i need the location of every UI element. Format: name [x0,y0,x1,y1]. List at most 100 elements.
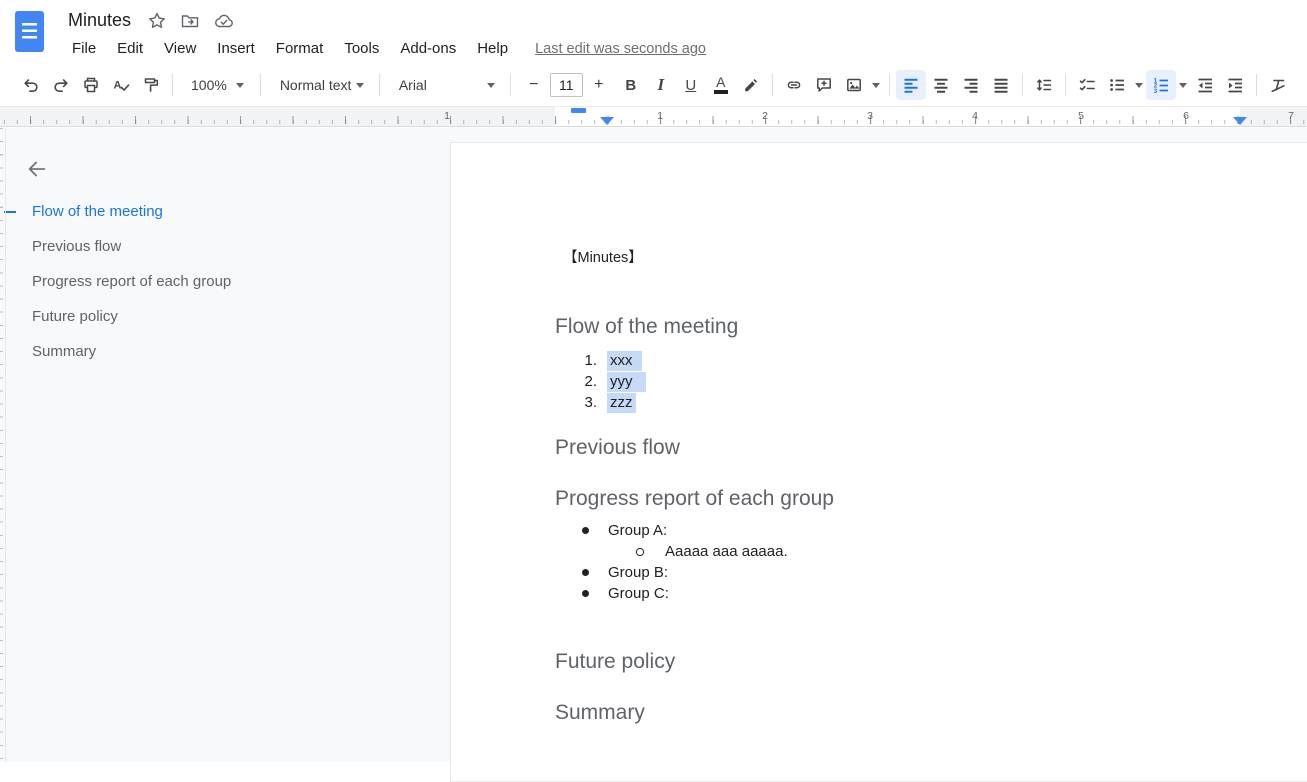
ruler-number: 3 [867,110,873,122]
bullet-list-button[interactable] [1102,70,1132,100]
heading-progress[interactable]: Progress report of each group [555,486,834,512]
numbered-list-item[interactable]: 3. zzz [451,392,1307,413]
bullet-item-group-b[interactable]: Group B: [451,562,1307,583]
outline-item[interactable]: Progress report of each group [0,264,444,299]
ruler-number: 5 [1078,110,1084,122]
menu-item[interactable]: Add-ons [400,40,456,57]
line-spacing-button[interactable] [1029,70,1059,100]
insert-image-dropdown[interactable] [869,70,883,100]
menu-item[interactable]: Tools [344,40,379,57]
highlight-color-button[interactable] [736,70,766,100]
heading-flow[interactable]: Flow of the meeting [555,314,738,340]
numbered-list-item[interactable]: 2. yyy [451,371,1307,392]
outline-item[interactable]: Flow of the meeting [0,194,444,229]
insert-image-button[interactable] [839,70,869,100]
document-title[interactable]: Minutes [68,10,131,31]
ruler-number: 4 [972,110,978,122]
undo-button[interactable] [16,70,46,100]
vertical-ruler [0,128,6,762]
increase-indent-button[interactable] [1220,70,1250,100]
selected-text: zzz [607,393,636,413]
underline-button[interactable]: U [676,70,706,100]
insert-link-button[interactable] [779,70,809,100]
chevron-down-icon [872,83,880,88]
left-indent-marker[interactable] [600,117,614,125]
numbered-list: 1. xxx 2. yyy 3. zzz [451,350,1307,413]
toolbar: A 100% Normal text Arial − 11 + B I U A [0,64,1307,107]
align-center-button[interactable] [926,70,956,100]
toolbar-separator [510,74,511,96]
bullet-item-group-a[interactable]: Group A: [451,520,1307,541]
increase-font-size-button[interactable]: + [586,72,612,98]
align-right-button[interactable] [956,70,986,100]
move-to-folder-icon[interactable] [180,11,200,31]
redo-button[interactable] [46,70,76,100]
outline-panel: Flow of the meeting Previous flow Progre… [0,128,450,762]
google-docs-logo-icon[interactable] [15,11,44,52]
document-canvas: Flow of the meeting Previous flow Progre… [0,128,1307,762]
outline-item-label: Progress report of each group [32,273,231,290]
heading-summary[interactable]: Summary [555,700,645,726]
bullet-disc-icon [582,527,589,534]
bullet-list-dropdown[interactable] [1132,70,1146,100]
selected-text: xxx [607,351,642,371]
spellcheck-button[interactable]: A [106,70,136,100]
current-text-color-swatch [714,90,728,94]
numbered-list-item[interactable]: 1. xxx [451,350,1307,371]
numbered-list-dropdown[interactable] [1176,70,1190,100]
bold-button[interactable]: B [616,70,646,100]
outline-item-label: Previous flow [32,238,121,255]
outline-item[interactable]: Previous flow [0,229,444,264]
bullet-disc-icon [582,569,589,576]
menu-item[interactable]: Edit [117,40,143,57]
italic-button[interactable]: I [646,70,676,100]
menu-item[interactable]: Format [276,40,324,57]
right-indent-marker[interactable] [1233,117,1247,125]
clear-formatting-button[interactable] [1263,70,1293,100]
font-size-control: − 11 + [521,72,612,98]
title-area: Minutes File Edit View Insert Format Tools Add… [68,7,706,61]
chevron-down-icon [1179,83,1187,88]
font-value: Arial [399,77,427,93]
first-line-indent-marker[interactable] [571,108,586,113]
numbered-list-button[interactable]: 123 [1146,70,1176,100]
bullet-item-group-c[interactable]: Group C: [451,583,1307,604]
print-button[interactable] [76,70,106,100]
last-edit-link[interactable]: Last edit was seconds ago [535,41,706,57]
horizontal-ruler[interactable]: 11234567 [0,107,1307,127]
text-color-button[interactable]: A [706,70,736,100]
doc-tag-paragraph[interactable]: 【Minutes】 [563,248,643,268]
zoom-value: 100% [191,77,227,93]
cloud-saved-icon[interactable] [213,11,235,31]
justify-button[interactable] [986,70,1016,100]
menu-item[interactable]: Insert [217,40,255,57]
outline-item[interactable]: Future policy [0,299,444,334]
svg-text:A: A [114,80,122,92]
bullet-subitem-group-a[interactable]: Aaaaa aaa aaaaa. [451,541,1307,562]
chevron-down-icon [236,83,244,88]
add-comment-button[interactable] [809,70,839,100]
paragraph-style-dropdown[interactable]: Normal text [267,70,373,100]
menu-item[interactable]: File [72,40,96,57]
list-number: 1. [451,352,597,369]
decrease-font-size-button[interactable]: − [521,72,547,98]
outline-item[interactable]: Summary [0,334,444,369]
menu-item[interactable]: Help [477,40,508,57]
heading-future[interactable]: Future policy [555,649,675,675]
menu-item[interactable]: View [164,40,196,57]
toolbar-separator [889,74,890,96]
font-dropdown[interactable]: Arial [386,70,504,100]
outline-item-label: Summary [32,343,96,360]
bullet-text: Group B: [608,564,668,581]
align-left-button[interactable] [896,70,926,100]
zoom-dropdown[interactable]: 100% [179,70,254,100]
heading-previous[interactable]: Previous flow [555,435,680,461]
star-icon[interactable] [147,11,167,31]
close-outline-button[interactable] [25,157,49,181]
font-size-input[interactable]: 11 [550,73,583,97]
checklist-button[interactable] [1072,70,1102,100]
toolbar-separator [172,74,173,96]
decrease-indent-button[interactable] [1190,70,1220,100]
document-page[interactable]: 【Minutes】 Flow of the meeting 1. xxx 2. … [450,142,1307,782]
paint-format-button[interactable] [136,70,166,100]
